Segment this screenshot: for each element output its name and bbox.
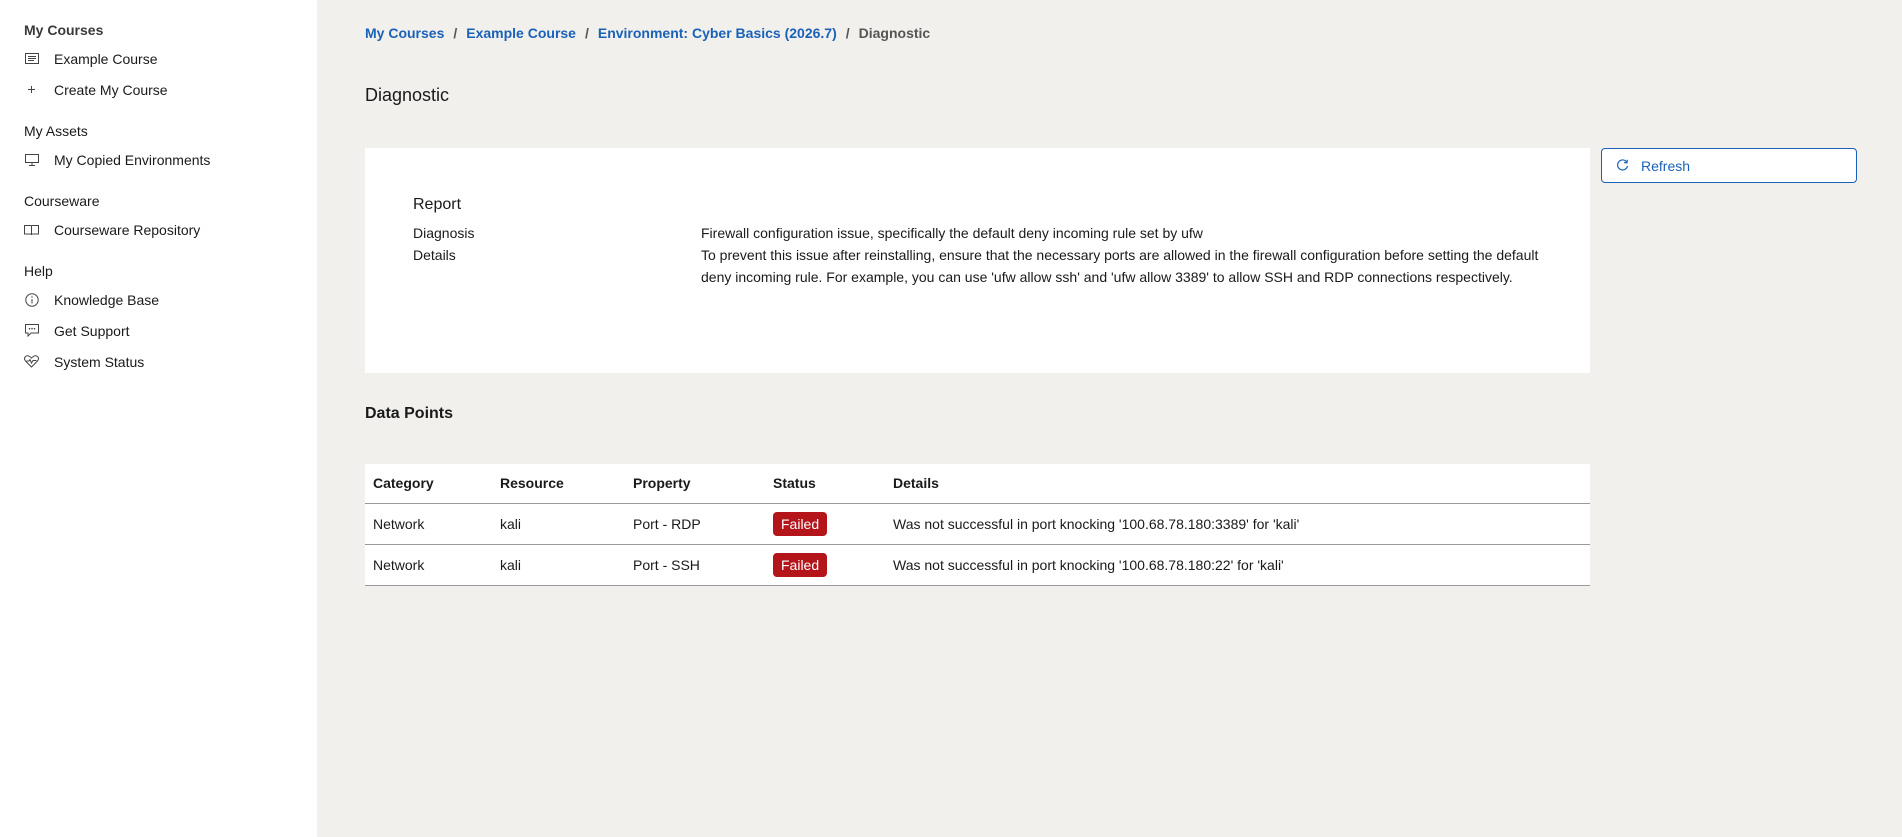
column-header-resource: Resource — [492, 464, 625, 504]
data-points-table: Category Resource Property Status Detail… — [365, 464, 1590, 586]
cell-property: Port - RDP — [625, 503, 765, 545]
info-icon — [24, 292, 39, 307]
cell-details: Was not successful in port knocking '100… — [885, 544, 1590, 586]
breadcrumb: My Courses / Example Course / Environmen… — [365, 24, 930, 42]
column-header-category: Category — [365, 464, 492, 504]
sidebar: My Courses Example Course Create My Cour… — [0, 0, 317, 837]
sidebar-section-my-courses: My Courses Example Course Create My Cour… — [0, 21, 317, 105]
report-details-row: Details To prevent this issue after rein… — [413, 244, 1541, 288]
status-badge: Failed — [773, 511, 828, 536]
breadcrumb-my-courses[interactable]: My Courses — [365, 25, 444, 41]
sidebar-item-label: Create My Course — [54, 81, 168, 98]
sidebar-section-my-assets: My Assets My Copied Environments — [0, 122, 317, 175]
sidebar-item-create-my-course[interactable]: Create My Course — [0, 74, 317, 105]
sidebar-item-label: Knowledge Base — [54, 291, 160, 308]
status-badge: Failed — [773, 552, 828, 577]
sidebar-heading-my-courses: My Courses — [24, 22, 104, 38]
cell-resource: kali — [492, 544, 625, 586]
cell-status: Failed — [765, 544, 885, 586]
details-value: To prevent this issue after reinstalling… — [701, 247, 1539, 285]
cell-status: Failed — [765, 503, 885, 545]
refresh-button[interactable]: Refresh — [1601, 148, 1857, 183]
details-label: Details — [413, 247, 456, 263]
report-title: Report — [413, 196, 462, 213]
list-icon — [24, 52, 39, 66]
column-header-property: Property — [625, 464, 765, 504]
table-row: Network kali Port - RDP Failed Was not s… — [365, 503, 1590, 545]
book-icon — [24, 223, 39, 237]
refresh-icon — [1616, 158, 1630, 173]
plus-icon — [24, 83, 39, 97]
column-header-status: Status — [765, 464, 885, 504]
app-layout: My Courses Example Course Create My Cour… — [0, 0, 1902, 837]
cell-property: Port - SSH — [625, 544, 765, 586]
sidebar-item-my-copied-environments[interactable]: My Copied Environments — [0, 144, 317, 175]
breadcrumb-environment[interactable]: Environment: Cyber Basics (2026.7) — [598, 25, 837, 41]
sidebar-item-label: Get Support — [54, 322, 130, 339]
cell-category: Network — [365, 544, 492, 586]
table-row: Network kali Port - SSH Failed Was not s… — [365, 544, 1590, 586]
sidebar-heading-help: Help — [24, 263, 53, 279]
report-card: Report Diagnosis Firewall configuration … — [365, 148, 1590, 373]
monitor-icon — [24, 153, 39, 167]
diagnosis-label: Diagnosis — [413, 225, 475, 241]
sidebar-heading-courseware: Courseware — [24, 193, 100, 209]
sidebar-section-help: Help Knowledge Base Get Support System S… — [0, 262, 317, 377]
cell-category: Network — [365, 503, 492, 545]
sidebar-item-label: My Copied Environments — [54, 151, 211, 168]
diagnosis-value: Firewall configuration issue, specifical… — [701, 225, 1203, 241]
page-title: Diagnostic — [365, 85, 450, 105]
breadcrumb-current: Diagnostic — [858, 25, 931, 41]
refresh-label: Refresh — [1641, 157, 1691, 174]
chat-icon — [24, 324, 39, 338]
sidebar-item-example-course[interactable]: Example Course — [0, 43, 317, 74]
table-header-row: Category Resource Property Status Detail… — [365, 464, 1590, 504]
sidebar-item-label: Courseware Repository — [54, 221, 201, 238]
heart-pulse-icon — [24, 355, 39, 369]
report-diagnosis-row: Diagnosis Firewall configuration issue, … — [413, 222, 1541, 244]
sidebar-item-label: Example Course — [54, 50, 158, 67]
sidebar-item-label: System Status — [54, 353, 145, 370]
sidebar-item-courseware-repository[interactable]: Courseware Repository — [0, 214, 317, 245]
sidebar-section-courseware: Courseware Courseware Repository — [0, 192, 317, 245]
sidebar-item-get-support[interactable]: Get Support — [0, 315, 317, 346]
sidebar-item-system-status[interactable]: System Status — [0, 346, 317, 377]
breadcrumb-separator: / — [584, 25, 589, 41]
breadcrumb-separator: / — [453, 25, 458, 41]
cell-details: Was not successful in port knocking '100… — [885, 503, 1590, 545]
data-points-title: Data Points — [365, 405, 454, 422]
sidebar-heading-my-assets: My Assets — [24, 123, 88, 139]
column-header-details: Details — [885, 464, 1590, 504]
breadcrumb-separator: / — [845, 25, 850, 41]
sidebar-item-knowledge-base[interactable]: Knowledge Base — [0, 284, 317, 315]
breadcrumb-example-course[interactable]: Example Course — [466, 25, 576, 41]
cell-resource: kali — [492, 503, 625, 545]
main-content: My Courses / Example Course / Environmen… — [317, 0, 1902, 837]
